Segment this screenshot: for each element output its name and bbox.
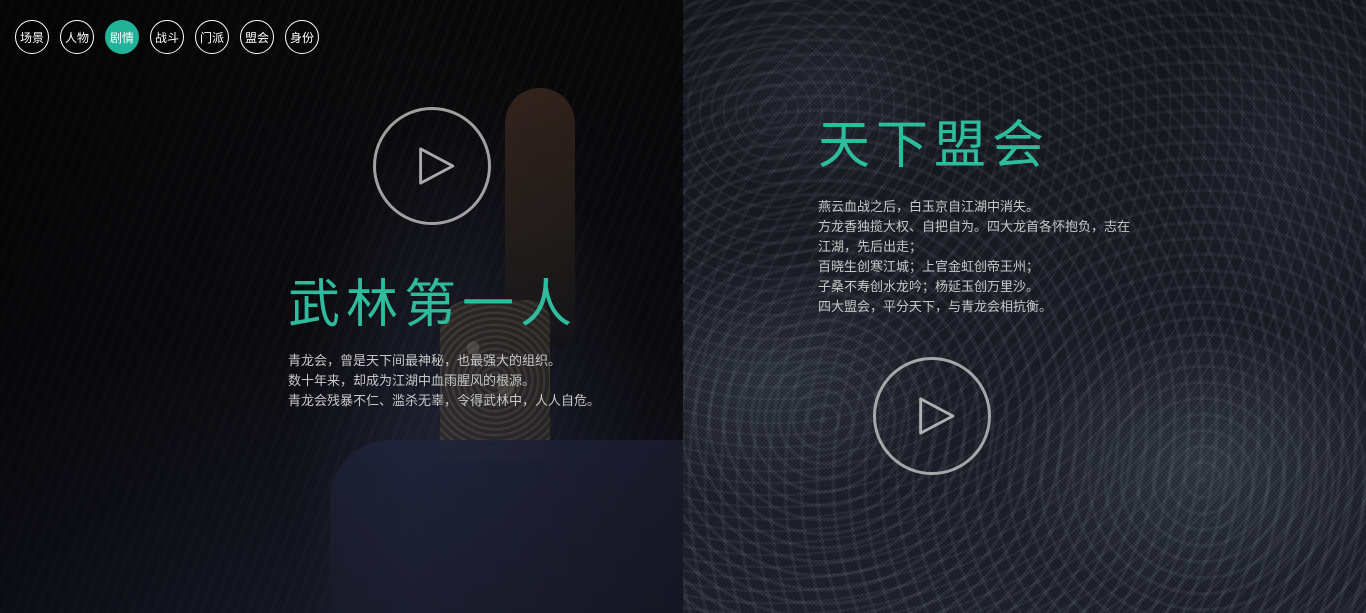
story-line: 数十年来，却成为江湖中血雨腥风的根源。 <box>288 374 536 389</box>
nav-item-characters[interactable]: 人物 <box>60 20 94 54</box>
story-line: 百晓生创寒江城；上官金虹创帝王州； <box>818 260 1040 275</box>
story-line: 方龙香独揽大权、自把自为。四大龙首各怀抱负，志在 <box>818 220 1131 235</box>
story-title-right: 天下盟会 <box>818 116 1051 176</box>
play-icon <box>419 147 455 185</box>
story-line: 青龙会，曾是天下间最神秘，也最强大的组织。 <box>288 354 562 369</box>
story-title-left: 武林第一人 <box>288 275 579 335</box>
play-video-button-left[interactable] <box>373 107 491 225</box>
nav-item-identity[interactable]: 身份 <box>285 20 319 54</box>
story-description-right: 燕云血战之后，白玉京自江湖中消失。 方龙香独揽大权、自把自为。四大龙首各怀抱负，… <box>818 198 1130 318</box>
play-video-button-right[interactable] <box>873 357 991 475</box>
story-line: 子桑不寿创水龙吟；杨延玉创万里沙。 <box>818 280 1040 295</box>
story-line: 江湖，先后出走； <box>818 240 923 255</box>
nav-item-sects[interactable]: 门派 <box>195 20 229 54</box>
nav-item-combat[interactable]: 战斗 <box>150 20 184 54</box>
nav-item-story[interactable]: 剧情 <box>105 20 139 54</box>
story-description-left: 青龙会，曾是天下间最神秘，也最强大的组织。 数十年来，却成为江湖中血雨腥风的根源… <box>288 352 600 412</box>
story-line: 燕云血战之后，白玉京自江湖中消失。 <box>818 200 1040 215</box>
nav-item-scene[interactable]: 场景 <box>15 20 49 54</box>
story-line: 青龙会残暴不仁、滥杀无辜，令得武林中，人人自危。 <box>288 394 601 409</box>
play-icon <box>919 397 955 435</box>
story-panel-right: 天下盟会 燕云血战之后，白玉京自江湖中消失。 方龙香独揽大权、自把自为。四大龙首… <box>683 0 1366 613</box>
section-nav: 场景 人物 剧情 战斗 门派 盟会 身份 <box>15 20 319 54</box>
page: 武林第一人 青龙会，曾是天下间最神秘，也最强大的组织。 数十年来，却成为江湖中血… <box>0 0 1366 613</box>
story-line: 四大盟会，平分天下，与青龙会相抗衡。 <box>818 300 1053 315</box>
story-panel-left: 武林第一人 青龙会，曾是天下间最神秘，也最强大的组织。 数十年来，却成为江湖中血… <box>0 0 683 613</box>
nav-item-alliances[interactable]: 盟会 <box>240 20 274 54</box>
